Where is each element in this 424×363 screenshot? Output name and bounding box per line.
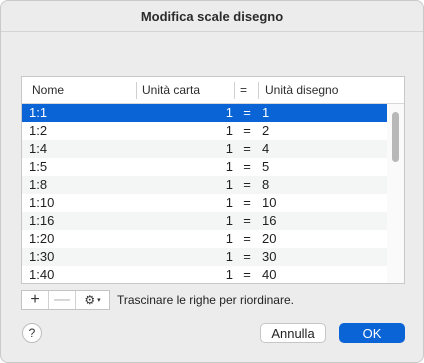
- row-paper-units: 1: [225, 105, 233, 120]
- row-edit-control: + — ⚙ ▾: [21, 290, 110, 310]
- row-equals: =: [243, 159, 251, 174]
- row-name: 1:16: [29, 213, 55, 228]
- row-equals: =: [243, 267, 251, 282]
- row-name: 1:20: [29, 231, 55, 246]
- row-drawing-units: 40: [262, 267, 277, 282]
- table-rows: 1:1 1 = 1 1:2 1 = 2 1:4 1 = 4 1:5 1 = 5 …: [22, 104, 388, 283]
- row-equals: =: [243, 195, 251, 210]
- row-equals: =: [243, 249, 251, 264]
- chevron-down-icon: ▾: [97, 297, 101, 304]
- row-paper-units: 1: [225, 213, 233, 228]
- row-equals: =: [243, 141, 251, 156]
- row-drawing-units: 1: [262, 105, 270, 120]
- scrollbar-thumb[interactable]: [392, 112, 399, 162]
- action-menu-button[interactable]: ⚙ ▾: [76, 291, 109, 309]
- table-row[interactable]: 1:20 1 = 20: [22, 230, 388, 248]
- row-name: 1:10: [29, 195, 55, 210]
- add-row-button[interactable]: +: [22, 291, 49, 309]
- column-header-equals[interactable]: =: [240, 77, 247, 103]
- table-row[interactable]: 1:4 1 = 4: [22, 140, 388, 158]
- row-drawing-units: 10: [262, 195, 277, 210]
- row-equals: =: [243, 123, 251, 138]
- column-divider[interactable]: [258, 82, 259, 99]
- row-paper-units: 1: [225, 159, 233, 174]
- column-divider[interactable]: [234, 82, 235, 99]
- scales-table: Nome Unità carta = Unità disegno 1:1 1 =…: [21, 76, 405, 284]
- table-row[interactable]: 1:10 1 = 10: [22, 194, 388, 212]
- reorder-hint: Trascinare le righe per riordinare.: [117, 293, 294, 307]
- row-name: 1:1: [29, 105, 48, 120]
- row-paper-units: 1: [225, 177, 233, 192]
- row-drawing-units: 5: [262, 159, 270, 174]
- table-row[interactable]: 1:16 1 = 16: [22, 212, 388, 230]
- table-row[interactable]: 1:40 1 = 40: [22, 266, 388, 283]
- row-name: 1:8: [29, 177, 48, 192]
- row-drawing-units: 30: [262, 249, 277, 264]
- row-equals: =: [243, 231, 251, 246]
- table-header: Nome Unità carta = Unità disegno: [22, 77, 404, 104]
- title-separator: [1, 31, 423, 32]
- dialog-title: Modifica scale disegno: [140, 8, 284, 24]
- row-name: 1:40: [29, 267, 55, 282]
- row-name: 1:2: [29, 123, 48, 138]
- table-row[interactable]: 1:5 1 = 5: [22, 158, 388, 176]
- row-paper-units: 1: [225, 267, 233, 282]
- help-button[interactable]: ?: [22, 323, 42, 343]
- row-equals: =: [243, 177, 251, 192]
- remove-row-button[interactable]: —: [49, 291, 76, 309]
- row-paper-units: 1: [225, 123, 233, 138]
- row-paper-units: 1: [225, 249, 233, 264]
- row-equals: =: [243, 105, 251, 120]
- row-name: 1:4: [29, 141, 48, 156]
- row-drawing-units: 2: [262, 123, 270, 138]
- row-name: 1:30: [29, 249, 55, 264]
- column-header-name[interactable]: Nome: [32, 77, 64, 103]
- vertical-scrollbar[interactable]: [387, 104, 404, 283]
- row-drawing-units: 4: [262, 141, 270, 156]
- row-paper-units: 1: [225, 231, 233, 246]
- table-row[interactable]: 1:30 1 = 30: [22, 248, 388, 266]
- ok-button[interactable]: OK: [339, 323, 405, 343]
- row-drawing-units: 20: [262, 231, 277, 246]
- table-row[interactable]: 1:2 1 = 2: [22, 122, 388, 140]
- row-equals: =: [243, 213, 251, 228]
- table-row[interactable]: 1:1 1 = 1: [22, 104, 388, 122]
- row-name: 1:5: [29, 159, 48, 174]
- column-divider[interactable]: [136, 82, 137, 99]
- dialog-window: Modifica scale disegno Nome Unità carta …: [0, 0, 424, 363]
- gear-icon: ⚙: [84, 293, 96, 307]
- column-header-paper-units[interactable]: Unità carta: [142, 77, 200, 103]
- table-row[interactable]: 1:8 1 = 8: [22, 176, 388, 194]
- row-drawing-units: 16: [262, 213, 277, 228]
- row-paper-units: 1: [225, 195, 233, 210]
- column-header-drawing-units[interactable]: Unità disegno: [265, 77, 338, 103]
- cancel-button[interactable]: Annulla: [260, 323, 326, 343]
- row-drawing-units: 8: [262, 177, 270, 192]
- row-paper-units: 1: [225, 141, 233, 156]
